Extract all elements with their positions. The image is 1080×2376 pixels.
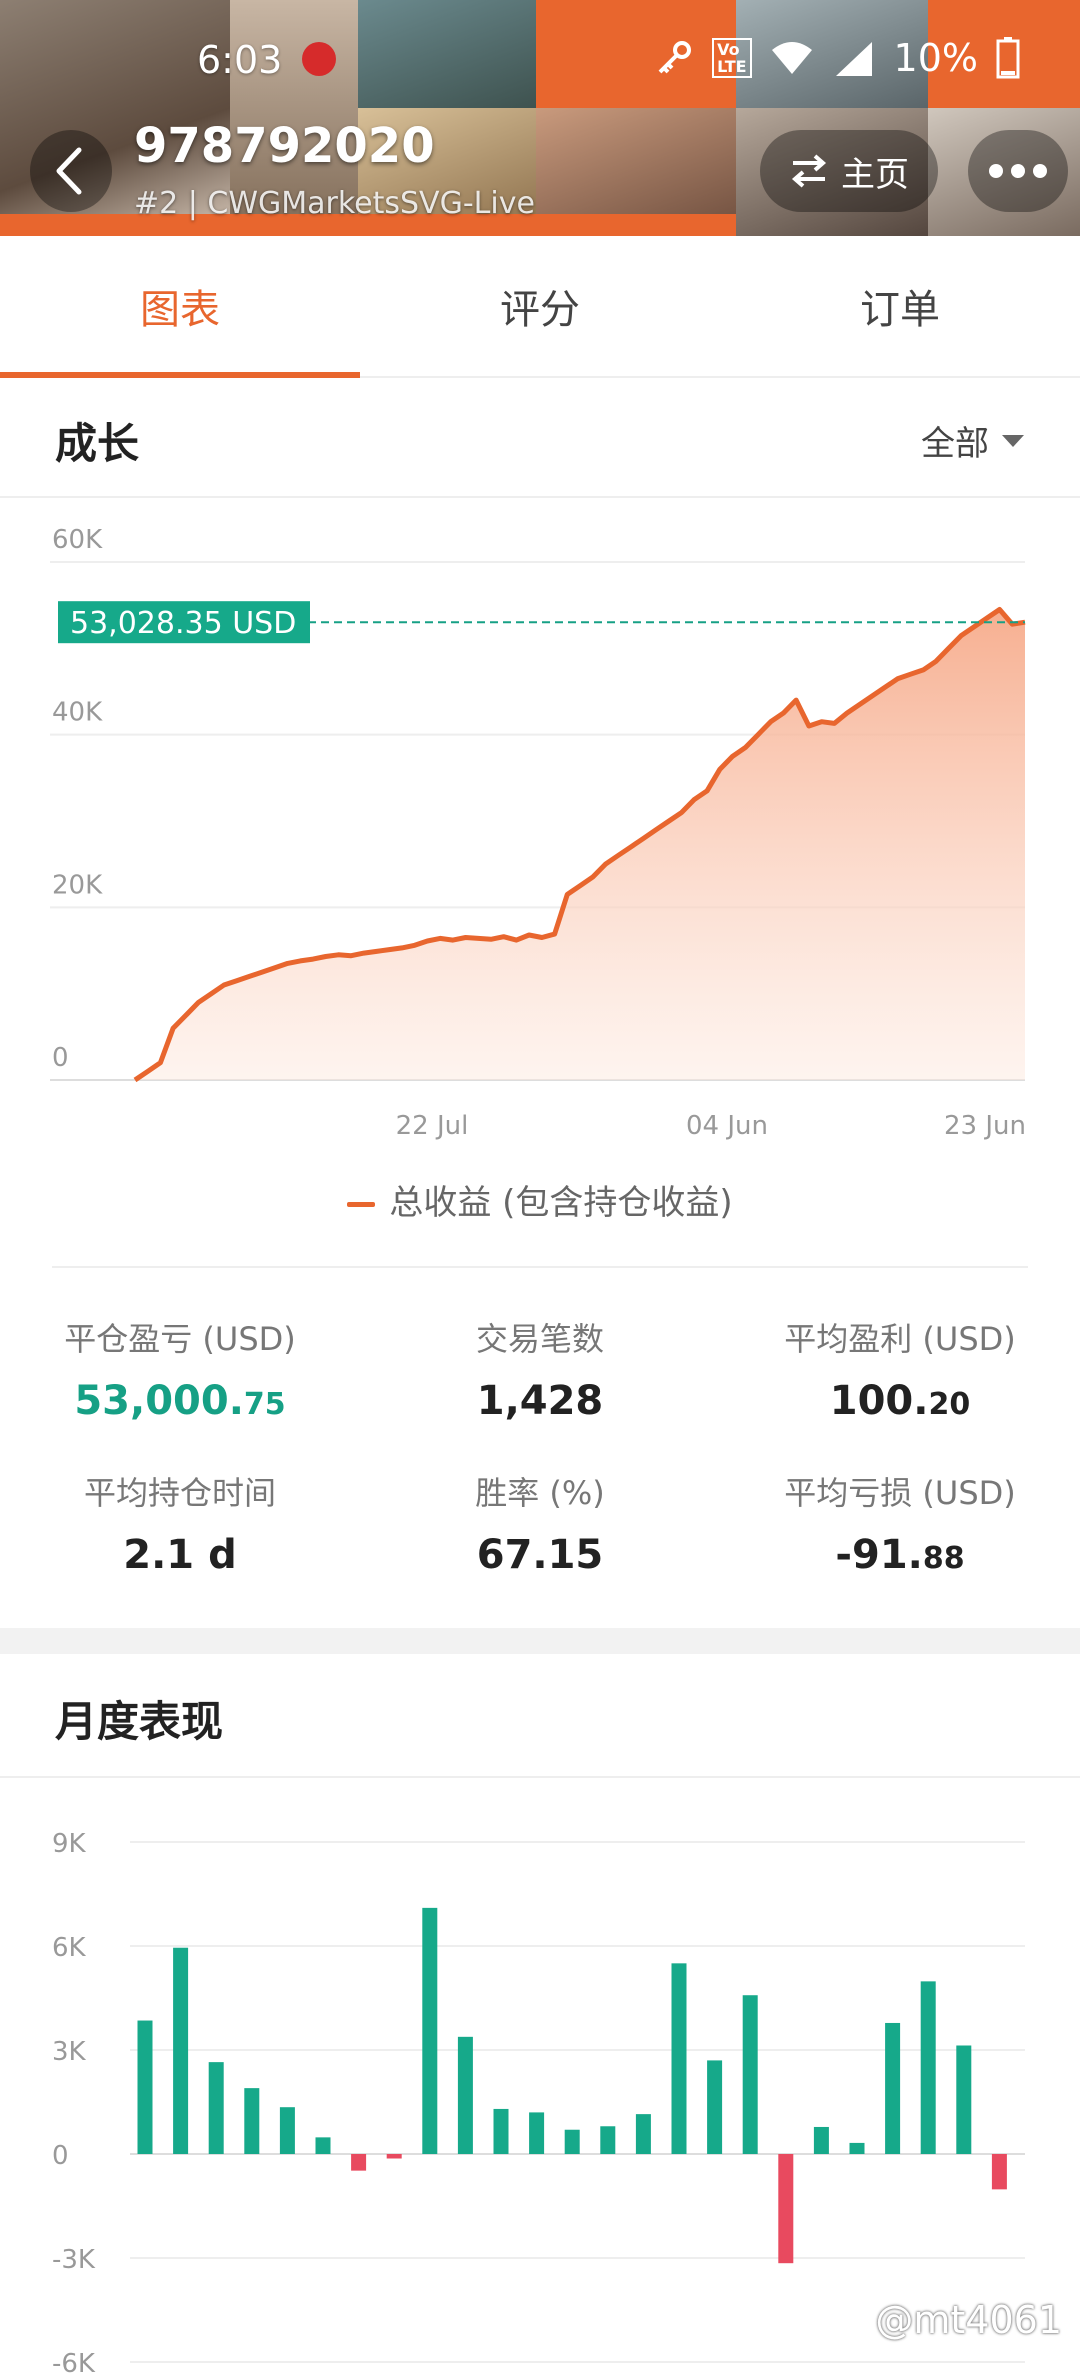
tab-bar: 图表 评分 订单 <box>0 236 1080 378</box>
stat-value: -91.88 <box>835 1532 965 1578</box>
stat-label: 平均亏损 (USD) <box>784 1474 1016 1512</box>
x-tick-label: 04 Jun <box>686 1111 768 1141</box>
wifi-icon <box>771 42 812 74</box>
stat-avg-loss: 平均亏损 (USD) -91.88 <box>720 1468 1080 1578</box>
range-filter[interactable]: 全部 <box>921 416 1025 465</box>
current-value-tag: 53,028.35 USD <box>58 601 310 644</box>
monthly-bar <box>137 2020 153 2154</box>
tab-orders[interactable]: 订单 <box>720 236 1080 376</box>
caret-down-icon <box>1002 434 1024 447</box>
y-tick-label: 9K <box>52 1829 87 1859</box>
monthly-bar <box>707 2060 723 2154</box>
status-time: 6:03 <box>197 38 283 82</box>
monthly-bar <box>173 1947 189 2154</box>
stat-label: 胜率 (%) <box>475 1474 605 1512</box>
monthly-bar <box>920 1981 936 2154</box>
monthly-bar <box>244 2088 260 2154</box>
monthly-bar <box>529 2112 545 2154</box>
stat-closed-pl: 平仓盈亏 (USD) 53,000.75 <box>0 1314 360 1424</box>
monthly-bar <box>885 2022 901 2154</box>
stat-value: 100.20 <box>829 1378 971 1424</box>
monthly-bar <box>742 1995 758 2154</box>
x-tick-label: 23 Jun <box>944 1111 1026 1141</box>
monthly-bar <box>671 1963 687 2154</box>
growth-title: 成长 <box>55 419 140 468</box>
swap-icon <box>791 154 827 188</box>
y-tick-label: 6K <box>52 1933 87 1963</box>
current-value-text: 53,028.35 USD <box>70 606 296 641</box>
monthly-chart: 9K 6K 3K 0 -3K -6K <box>52 1829 1025 2376</box>
stat-trades: 交易笔数 1,428 <box>360 1314 720 1424</box>
stat-value: 53,000.75 <box>74 1378 286 1424</box>
y-tick-label: 3K <box>52 2037 87 2067</box>
y-tick-label: 40K <box>52 698 103 728</box>
stat-label: 平均持仓时间 <box>83 1474 276 1512</box>
monthly-bar <box>635 2114 651 2154</box>
home-button[interactable]: 主页 <box>760 130 938 212</box>
stat-avg-hold: 平均持仓时间 2.1 d <box>0 1468 360 1578</box>
stat-avg-profit: 平均盈利 (USD) 100.20 <box>720 1314 1080 1424</box>
growth-header: 成长 全部 <box>0 376 1080 498</box>
home-label: 主页 <box>841 154 909 195</box>
monthly-bar <box>849 2142 865 2154</box>
back-button[interactable] <box>30 130 112 212</box>
key-icon <box>658 41 692 74</box>
stat-value: 1,428 <box>476 1378 604 1424</box>
account-server: #2 | CWGMarketsSVG-Live <box>134 186 535 221</box>
signal-icon <box>835 42 872 76</box>
range-filter-label: 全部 <box>921 424 989 464</box>
account-number: 978792020 <box>134 118 435 174</box>
monthly-bar <box>956 2045 972 2154</box>
profile-header: 6:03 Vo LTE 10% 978792020 #2 | CWGMarkets… <box>0 0 1080 236</box>
y-tick-label: 20K <box>52 870 103 900</box>
monthly-bar <box>564 2129 580 2154</box>
monthly-title: 月度表现 <box>55 1697 224 1746</box>
chevron-left-icon <box>56 147 82 195</box>
stat-value: 2.1 d <box>123 1532 237 1578</box>
stat-label: 平均盈利 (USD) <box>784 1320 1016 1358</box>
tab-chart[interactable]: 图表 <box>0 236 360 378</box>
monthly-bar <box>778 2154 794 2264</box>
notification-icon <box>302 42 336 76</box>
monthly-bar <box>457 2036 473 2154</box>
section-gap <box>0 1628 1080 1654</box>
y-tick-label: -6K <box>52 2349 96 2376</box>
monthly-bar <box>386 2154 402 2159</box>
status-bar: 6:03 Vo LTE 10% <box>0 30 1080 90</box>
growth-legend: 总收益 (包含持仓收益) <box>0 1175 1080 1224</box>
y-tick-label: 0 <box>52 1043 69 1073</box>
legend-swatch <box>347 1202 376 1207</box>
monthly-bar <box>351 2154 367 2171</box>
more-dots-icon <box>989 164 1047 178</box>
watermark: @mt4061 <box>875 2298 1062 2342</box>
monthly-header: 月度表现 <box>0 1654 1080 1778</box>
divider <box>52 1266 1028 1268</box>
more-button[interactable] <box>968 130 1068 212</box>
stat-label: 平仓盈亏 (USD) <box>64 1320 296 1358</box>
tab-rating[interactable]: 评分 <box>360 236 720 376</box>
volte-icon: Vo LTE <box>712 38 752 78</box>
y-tick-label: 60K <box>52 525 103 555</box>
stat-win-rate: 胜率 (%) 67.15 <box>360 1468 720 1578</box>
x-tick-label: 22 Jul <box>396 1111 469 1141</box>
y-tick-label: 0 <box>52 2141 69 2171</box>
legend-label: 总收益 (包含持仓收益) <box>389 1183 733 1223</box>
y-tick-label: -3K <box>52 2245 96 2275</box>
monthly-bar <box>600 2126 616 2154</box>
monthly-bar <box>422 1907 438 2154</box>
monthly-bar <box>279 2107 295 2154</box>
monthly-bar <box>493 2108 509 2154</box>
monthly-bar <box>991 2154 1007 2190</box>
stat-label: 交易笔数 <box>475 1320 604 1358</box>
stat-value: 67.15 <box>476 1532 604 1578</box>
monthly-bar <box>315 2137 331 2154</box>
battery-icon <box>996 37 1020 79</box>
growth-chart: 60K 40K 20K 0 22 Jul 04 Jun 23 Jun 53,028.35 U… <box>50 525 1026 1141</box>
monthly-bar <box>208 2062 224 2154</box>
monthly-bar <box>813 2126 829 2154</box>
battery-percent: 10% <box>893 36 978 80</box>
